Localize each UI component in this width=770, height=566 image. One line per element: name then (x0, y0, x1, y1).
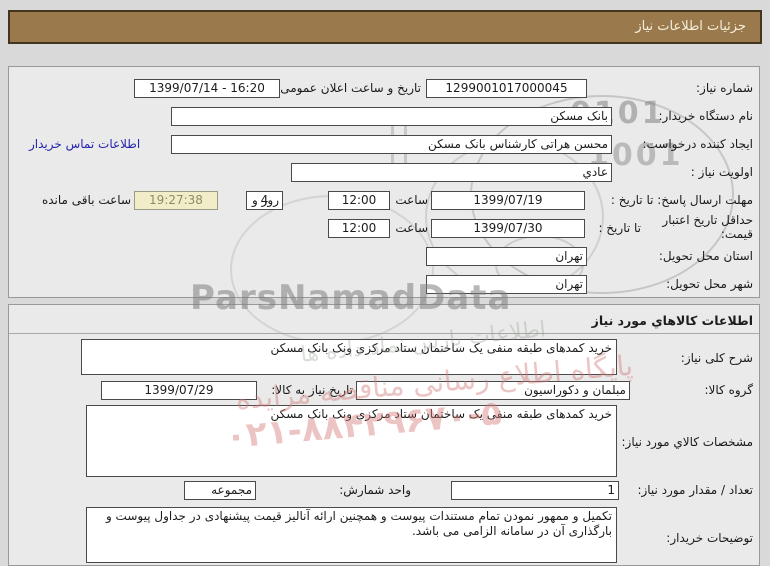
section-divider (9, 333, 759, 334)
goods-section-title: اطلاعات کالاهاي مورد نیاز (592, 313, 753, 328)
priority-field[interactable]: عادي (291, 163, 612, 182)
price-hour-label: ساعت (395, 221, 428, 235)
specs-label: مشخصات کالاي مورد نیاز: (621, 435, 753, 449)
reply-hour-label: ساعت (395, 193, 428, 207)
buyer-contact-link[interactable]: اطلاعات تماس خریدار (29, 137, 140, 151)
creator-field[interactable]: محسن هراتی کارشناس بانک مسکن (171, 135, 612, 154)
remaining-hours-label: ساعت باقی مانده (42, 193, 131, 207)
page-title: جزئیات اطلاعات نیاز (635, 19, 746, 34)
specs-textarea[interactable]: خرید کمدهای طبقه منفی یک ساختمان ستاد مر… (86, 405, 617, 477)
need-date-label: تاریخ نیاز به کالا: (271, 383, 353, 397)
need-details-panel: شماره نیاز: 1299001017000045 تاریخ و ساع… (8, 66, 760, 298)
unit-label: واحد شمارش: (339, 483, 411, 497)
goods-info-panel: اطلاعات کالاهاي مورد نیاز شرح کلی نیاز: … (8, 304, 760, 566)
province-field[interactable]: تهران (426, 247, 587, 266)
buyer-notes-textarea[interactable]: تکمیل و ممهور نمودن تمام مستندات پیوست و… (86, 507, 617, 563)
reply-deadline-label: مهلت ارسال پاسخ: تا تاریخ : (611, 193, 753, 207)
quantity-field[interactable]: 1 (451, 481, 619, 500)
goods-group-label: گروه کالا: (705, 383, 754, 397)
announce-datetime-field[interactable]: 1399/07/14 - 16:20 (134, 79, 280, 98)
priority-label: اولویت نیاز : (691, 165, 753, 179)
province-label: استان محل تحویل: (659, 249, 753, 263)
buyer-org-label: نام دستگاه خریدار: (659, 109, 754, 123)
reply-deadline-date-field[interactable]: 1399/07/19 (431, 191, 585, 210)
creator-label: ایجاد کننده درخواست: (642, 137, 753, 151)
price-validity-date-field[interactable]: 1399/07/30 (431, 219, 585, 238)
general-desc-label: شرح کلی نیاز: (681, 351, 753, 365)
buyer-org-field[interactable]: بانک مسکن (171, 107, 612, 126)
city-field[interactable]: تهران (426, 275, 587, 294)
need-number-field[interactable]: 1299001017000045 (426, 79, 587, 98)
goods-group-field[interactable]: مبلمان و دکوراسیون (356, 381, 630, 400)
need-number-label: شماره نیاز: (696, 81, 753, 95)
days-and-label: روز و (252, 193, 279, 207)
buyer-notes-label: توضیحات خریدار: (666, 531, 753, 545)
price-validity-hour-field[interactable]: 12:00 (328, 219, 390, 238)
price-validity-label: حداقل تاریخ اعتبار قیمت: (645, 213, 753, 241)
countdown-timer: 19:27:38 (134, 191, 218, 210)
city-label: شهر محل تحویل: (666, 277, 753, 291)
unit-field[interactable]: مجموعه (184, 481, 256, 500)
need-date-field[interactable]: 1399/07/29 (101, 381, 257, 400)
announce-datetime-label: تاریخ و ساعت اعلان عمومی: (276, 81, 421, 95)
until-date-label: تا تاریخ : (598, 221, 641, 235)
quantity-label: تعداد / مقدار مورد نیاز: (637, 483, 753, 497)
page: { "header": { "title": "جزئیات اطلاعات ن… (0, 0, 770, 545)
general-desc-textarea[interactable]: خرید کمدهای طبقه منفی یک ساختمان ستاد مر… (81, 339, 617, 375)
page-title-bar: جزئیات اطلاعات نیاز (8, 10, 762, 44)
reply-deadline-hour-field[interactable]: 12:00 (328, 191, 390, 210)
